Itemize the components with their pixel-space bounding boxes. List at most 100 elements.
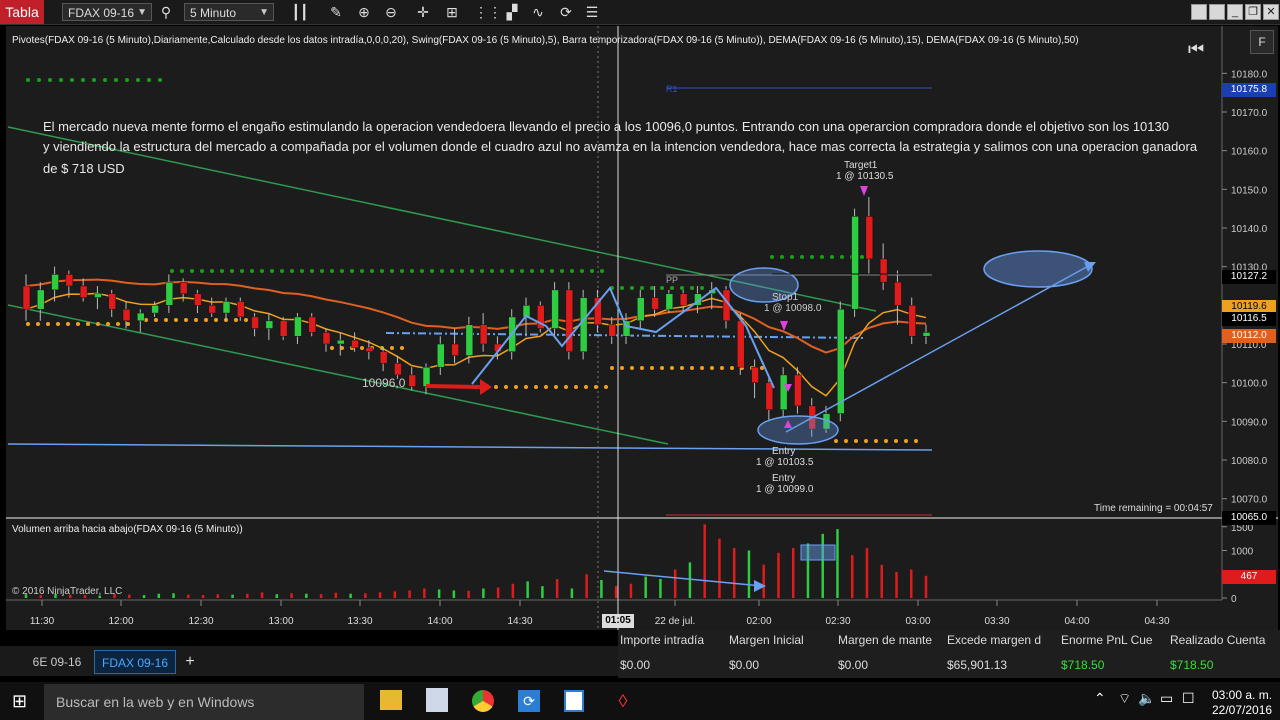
bar-type-icon[interactable]: ┃┃ bbox=[290, 2, 310, 22]
search-icon[interactable]: ⚲ bbox=[156, 2, 176, 22]
candle-body bbox=[351, 339, 359, 349]
swing-low-dot bbox=[46, 322, 50, 326]
candle-body bbox=[108, 293, 116, 310]
col-header-margen-mante: Margen de mante bbox=[838, 633, 933, 647]
candle-body bbox=[665, 293, 674, 310]
swing-high-dot bbox=[320, 269, 324, 273]
refresh-icon[interactable]: ⟳ bbox=[556, 2, 576, 22]
wifi-icon[interactable]: ⌔ bbox=[1118, 690, 1131, 708]
candle-body bbox=[894, 281, 902, 306]
tab-fdax[interactable]: FDAX 09-16 bbox=[94, 650, 176, 674]
swing-low-dot bbox=[640, 366, 644, 370]
candle-body bbox=[37, 289, 45, 310]
templates-icon[interactable]: ▞ bbox=[502, 2, 522, 22]
file-explorer-icon[interactable] bbox=[380, 690, 402, 710]
tile-icon[interactable] bbox=[1191, 4, 1207, 20]
candle-body bbox=[122, 308, 131, 322]
swing-high-dot bbox=[560, 269, 564, 273]
candle-body bbox=[394, 363, 402, 376]
swing-high-dot bbox=[540, 269, 544, 273]
zoom-out-icon[interactable]: ⊖ bbox=[381, 2, 401, 22]
swing-high-dot bbox=[59, 78, 63, 82]
swing-high-dot bbox=[620, 286, 624, 290]
swing-high-dot bbox=[530, 269, 534, 273]
close-icon[interactable]: ✕ bbox=[1263, 4, 1279, 20]
swing-high-dot bbox=[290, 269, 294, 273]
candle-body bbox=[779, 374, 788, 410]
swing-low-dot bbox=[564, 385, 568, 389]
minimize-icon[interactable]: _ bbox=[1227, 4, 1243, 20]
data-box-icon[interactable]: ⊞ bbox=[442, 2, 462, 22]
tab-6e[interactable]: 6E 09-16 bbox=[28, 650, 86, 674]
swing-low-dot bbox=[66, 322, 70, 326]
swing-high-dot bbox=[92, 78, 96, 82]
swing-high-dot bbox=[450, 269, 454, 273]
interval-selector[interactable]: 5 Minuto ▼ bbox=[184, 3, 274, 21]
app-icon[interactable] bbox=[426, 688, 448, 712]
add-tab-button[interactable]: + bbox=[180, 650, 200, 674]
swing-low-dot bbox=[174, 318, 178, 322]
properties-icon[interactable]: ☰ bbox=[582, 2, 602, 22]
instrument-selector[interactable]: FDAX 09-16 ▼ bbox=[62, 3, 152, 21]
skip-to-end-icon[interactable]: ⏮ bbox=[1188, 39, 1204, 60]
swing-low-dot bbox=[214, 318, 218, 322]
taskbar-time: 03:00 a. m. bbox=[1212, 688, 1273, 702]
swing-low-dot bbox=[126, 322, 130, 326]
stop-label: Stop1 bbox=[772, 292, 799, 303]
col-header-importe: Importe intradía bbox=[620, 633, 705, 647]
swing-high-dot bbox=[103, 78, 107, 82]
swing-low-dot bbox=[184, 318, 188, 322]
candle-body bbox=[865, 216, 874, 260]
candle-body bbox=[908, 305, 916, 337]
windows-start-icon[interactable]: ⊞ bbox=[12, 692, 27, 710]
strategies-icon[interactable]: ⋮⋮ bbox=[474, 2, 502, 22]
volume-icon[interactable]: 🔈 bbox=[1138, 690, 1155, 707]
swing-high-dot bbox=[48, 78, 52, 82]
swing-high-dot bbox=[550, 269, 554, 273]
cell-excede: $65,901.13 bbox=[947, 658, 1008, 672]
swing-high-dot bbox=[600, 269, 604, 273]
crosshair-icon[interactable]: ✛ bbox=[413, 2, 433, 22]
swing-low-dot bbox=[834, 439, 838, 443]
swing-low-dot bbox=[360, 346, 364, 350]
battery-icon[interactable]: ▭ bbox=[1160, 690, 1173, 707]
target-ellipse bbox=[983, 250, 1093, 288]
candle-body bbox=[422, 366, 431, 387]
swing-high-dot bbox=[860, 255, 864, 259]
chart-area[interactable]: 10180.0 10170.0 10160.0 10150.0 10140.0 10130… bbox=[6, 26, 1278, 630]
notifications-icon[interactable]: ☐ bbox=[1182, 690, 1195, 707]
zoom-in-icon[interactable]: ⊕ bbox=[354, 2, 374, 22]
col-header-realizado: Realizado Cuenta bbox=[1170, 633, 1266, 647]
document-icon[interactable] bbox=[564, 690, 584, 712]
chevron-up-icon[interactable]: ⌃ bbox=[1094, 690, 1106, 707]
candle-body bbox=[551, 289, 559, 329]
swing-high-dot bbox=[440, 269, 444, 273]
toolbar: Tabla FDAX 09-16 ▼ ⚲ 5 Minuto ▼ ┃┃ ✎ ⊕ ⊖… bbox=[0, 0, 1280, 25]
pencil-icon[interactable]: ✎ bbox=[326, 2, 346, 22]
swing-high-dot bbox=[670, 286, 674, 290]
swing-high-dot bbox=[350, 269, 354, 273]
swing-low-dot bbox=[864, 439, 868, 443]
swing-low-dot bbox=[710, 366, 714, 370]
ninjatrader-icon[interactable]: ◊ bbox=[612, 690, 634, 712]
candle-body bbox=[22, 285, 31, 310]
sync-app-icon[interactable]: ⟳ bbox=[518, 690, 540, 712]
swing-low-dot bbox=[630, 366, 634, 370]
time-remaining: Time remaining = 00:04:57 bbox=[1094, 503, 1213, 514]
cell-importe: $0.00 bbox=[620, 658, 651, 672]
collapse-panel-button[interactable]: F bbox=[1250, 30, 1274, 54]
swing-high-dot bbox=[220, 269, 224, 273]
swing-low-dot bbox=[204, 318, 208, 322]
swing-low-dot bbox=[844, 439, 848, 443]
volume-last-tag: 467 bbox=[1222, 570, 1276, 584]
app-label: Tabla bbox=[0, 0, 44, 24]
taskbar-search-input[interactable]: Buscar en la web y en Windows bbox=[44, 684, 364, 720]
swing-high-dot bbox=[490, 269, 494, 273]
swing-high-dot bbox=[790, 255, 794, 259]
swing-high-dot bbox=[390, 269, 394, 273]
indicators-icon[interactable]: ∿ bbox=[528, 2, 548, 22]
chrome-icon[interactable] bbox=[472, 690, 494, 712]
restore-icon[interactable]: ❐ bbox=[1245, 4, 1261, 20]
xtick-label: 12:00 bbox=[108, 616, 133, 627]
tile-2-icon[interactable] bbox=[1209, 4, 1225, 20]
